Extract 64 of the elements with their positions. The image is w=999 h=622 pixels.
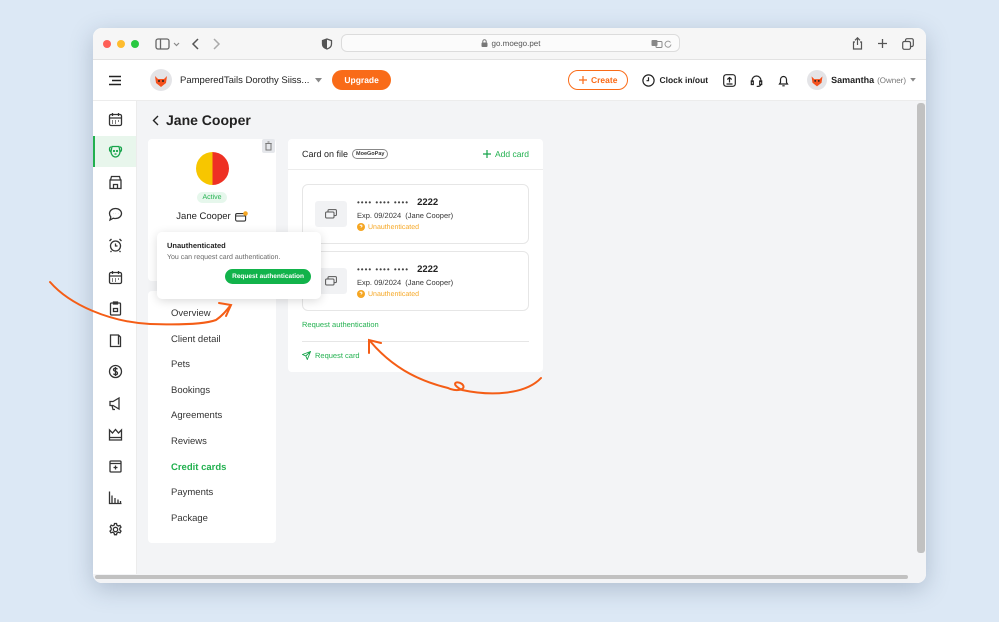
user-role: (Owner) [877,76,906,84]
settings-icon [108,522,123,537]
document-icon [108,332,123,348]
back-icon[interactable] [191,38,201,50]
card-last-digits: 2222 [417,197,438,208]
bar-chart-icon [108,490,123,506]
close-window-icon[interactable] [103,40,111,48]
nav-item[interactable]: Client detail [171,326,276,352]
masked-card-number: •••• •••• •••• [357,198,410,207]
business-name[interactable]: PamperedTails Dorothy Siiss... [180,74,310,86]
cards-icon [325,209,337,219]
nav-item[interactable]: Pets [171,352,276,378]
bell-icon[interactable] [777,74,790,86]
address-bar[interactable]: go.moego.pet [341,34,680,52]
back-icon[interactable] [152,114,159,126]
nav-item[interactable]: Payments [171,480,276,506]
plus-icon [578,76,587,84]
fox-avatar-icon[interactable] [807,70,828,90]
dog-icon [108,144,123,159]
clock-in-out-link[interactable]: Clock in/out [659,75,708,85]
card-alert-icon[interactable] [234,211,248,222]
panel-title: Card on file [302,149,348,159]
sidebar-toggle-icon[interactable] [155,38,181,50]
headset-icon[interactable] [750,74,764,86]
calendar-icon [108,270,123,285]
translate-reload-icon[interactable] [651,39,673,48]
client-name: Jane Cooper [176,211,231,222]
lock-icon [480,39,488,47]
question-icon [357,290,365,298]
alarm-clock-icon [108,238,123,254]
fox-avatar-icon [150,69,172,91]
box-icon [108,458,123,474]
clipboard-icon [108,301,123,316]
caret-icon[interactable] [315,78,322,82]
new-tab-icon[interactable] [877,38,888,49]
scrollbar-thumb[interactable] [917,103,925,554]
page-title: Jane Cooper [166,112,251,128]
calendar-icon [108,112,123,128]
plus-icon [482,150,491,158]
dollar-icon [108,364,123,380]
tabs-overview-icon[interactable] [902,38,914,50]
chat-icon [108,206,123,222]
store-icon [108,175,123,190]
shield-icon[interactable] [321,38,333,50]
nav-item[interactable]: Overview [171,301,276,327]
scrollbar-thumb[interactable] [95,575,908,579]
question-icon [357,223,365,231]
trash-icon[interactable] [262,139,275,153]
masked-card-number: •••• •••• •••• [357,265,410,274]
share-icon[interactable] [852,37,863,50]
user-name[interactable]: Samantha [831,75,874,85]
upload-icon[interactable] [723,74,736,86]
nav-item[interactable]: Bookings [171,378,276,404]
send-icon [302,351,311,360]
nav-item[interactable]: Reviews [171,428,276,455]
nav-item[interactable]: Package [171,506,276,532]
caret-icon[interactable] [910,78,916,82]
photo-placeholder [196,152,228,185]
nav-item[interactable]: Agreements [171,403,276,429]
crown-icon [108,427,123,442]
card-last-digits: 2222 [417,264,438,275]
clock-icon[interactable] [642,74,656,86]
cards-icon [325,276,337,286]
menu-icon[interactable] [108,74,122,86]
